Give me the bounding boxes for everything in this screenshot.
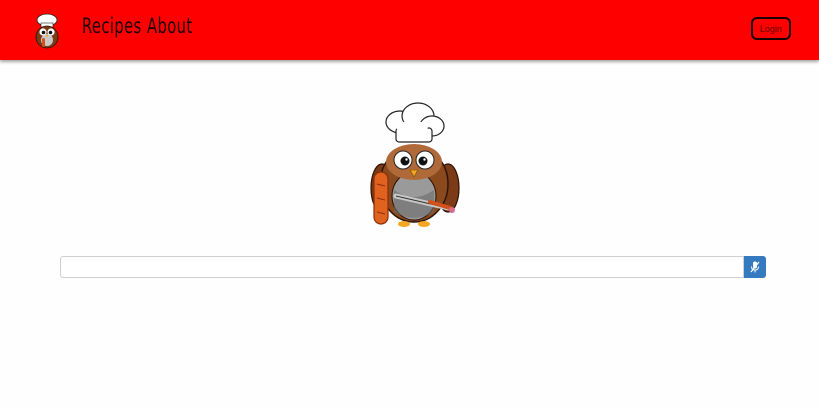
nav-link-about[interactable]: About: [147, 12, 193, 40]
search-input[interactable]: [60, 256, 744, 278]
nav-link-recipes[interactable]: Recipes: [82, 12, 142, 40]
login-button[interactable]: Login: [751, 17, 791, 40]
chef-owl-with-sausage-mascot-icon: [370, 102, 460, 227]
chef-owl-logo-icon[interactable]: [32, 11, 62, 49]
voice-search-button[interactable]: [744, 256, 766, 278]
top-navbar: Recipes About Login: [0, 0, 819, 60]
microphone-mute-icon: [750, 261, 760, 273]
search-bar: [60, 256, 766, 278]
